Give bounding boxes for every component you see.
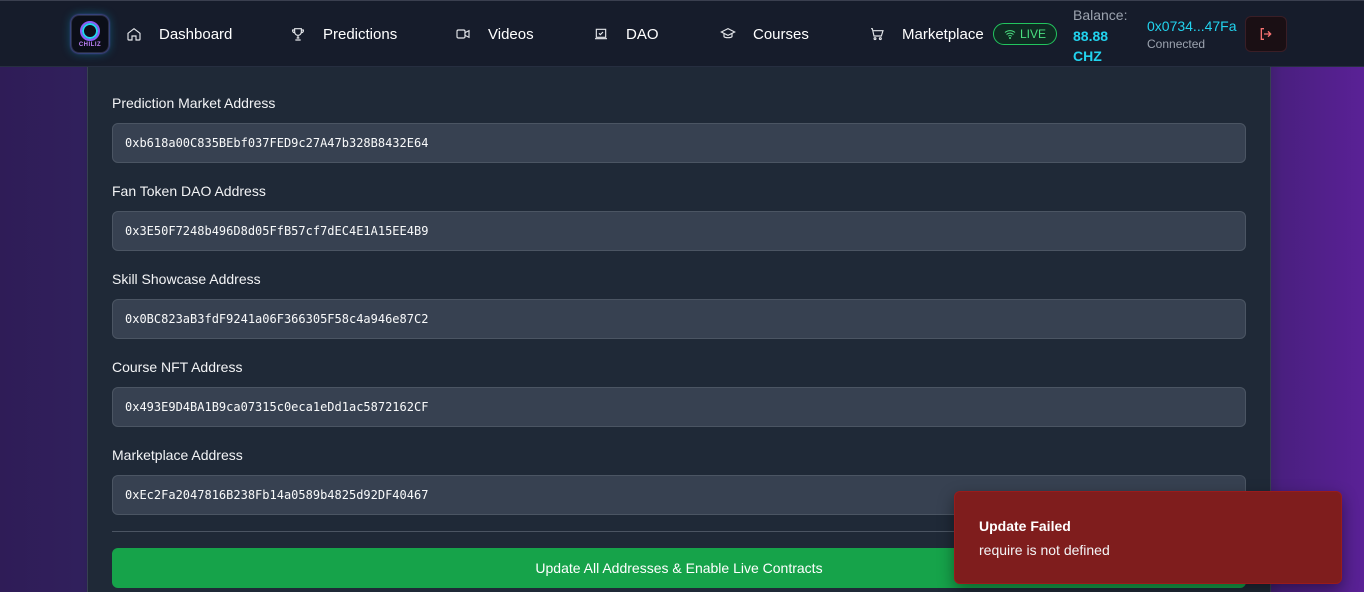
app-logo[interactable]: CHILIZ bbox=[71, 15, 109, 53]
nav-item-marketplace[interactable]: Marketplace bbox=[868, 22, 984, 46]
toast-message: require is not defined bbox=[979, 542, 1110, 558]
nav-item-courses[interactable]: Courses bbox=[719, 22, 809, 46]
trophy-icon bbox=[289, 25, 307, 43]
wallet-status: Connected bbox=[1147, 37, 1206, 51]
nav-item-label: Videos bbox=[488, 25, 534, 43]
graduation-cap-icon bbox=[719, 25, 737, 43]
logout-button[interactable] bbox=[1245, 16, 1287, 52]
home-icon bbox=[125, 25, 143, 43]
logo-text: CHILIZ bbox=[78, 41, 102, 48]
vote-icon bbox=[592, 25, 610, 43]
marketplace-address-label: Marketplace Address bbox=[112, 447, 243, 463]
skill-showcase-address-input[interactable]: 0x0BC823aB3fdF9241a06F366305F58c4a946e87… bbox=[112, 299, 1246, 339]
course-nft-address-input[interactable]: 0x493E9D4BA1B9ca07315c0eca1eDd1ac5872162… bbox=[112, 387, 1246, 427]
nav-item-label: Predictions bbox=[323, 25, 398, 43]
fan-token-dao-address-input[interactable]: 0x3E50F7248b496D8d05FfB57cf7dEC4E1A15EE4… bbox=[112, 211, 1246, 251]
balance-value: 88.88 CHZ bbox=[1073, 28, 1109, 64]
nav-item-dashboard[interactable]: Dashboard bbox=[125, 22, 232, 46]
live-status-badge: LIVE bbox=[993, 23, 1057, 45]
nav-item-label: Dashboard bbox=[159, 25, 233, 43]
nav-item-label: DAO bbox=[626, 25, 659, 43]
fan-token-dao-address-label: Fan Token DAO Address bbox=[112, 183, 266, 199]
balance-label: Balance: bbox=[1073, 7, 1128, 23]
nav-item-predictions[interactable]: Predictions bbox=[289, 22, 397, 46]
toast-title: Update Failed bbox=[979, 518, 1071, 534]
nav-item-label: Marketplace bbox=[902, 25, 984, 43]
wifi-icon bbox=[1004, 30, 1016, 39]
live-badge-label: LIVE bbox=[1019, 27, 1046, 41]
logout-icon bbox=[1260, 28, 1272, 40]
wallet-address[interactable]: 0x0734...47Fa bbox=[1147, 18, 1237, 34]
nav-item-dao[interactable]: DAO bbox=[592, 22, 659, 46]
logo-mark-icon bbox=[80, 20, 100, 41]
top-navbar: CHILIZ Dashboard Predictions Videos DAO … bbox=[0, 0, 1364, 67]
prediction-market-address-label: Prediction Market Address bbox=[112, 95, 276, 111]
cart-icon bbox=[868, 25, 886, 43]
nav-item-videos[interactable]: Videos bbox=[454, 22, 534, 46]
course-nft-address-label: Course NFT Address bbox=[112, 359, 243, 375]
video-icon bbox=[454, 25, 472, 43]
nav-item-label: Courses bbox=[753, 25, 809, 43]
skill-showcase-address-label: Skill Showcase Address bbox=[112, 271, 261, 287]
prediction-market-address-input[interactable]: 0xb618a00C835BEbf037FED9c27A47b328B8432E… bbox=[112, 123, 1246, 163]
error-toast[interactable]: Update Failed require is not defined bbox=[954, 491, 1342, 584]
